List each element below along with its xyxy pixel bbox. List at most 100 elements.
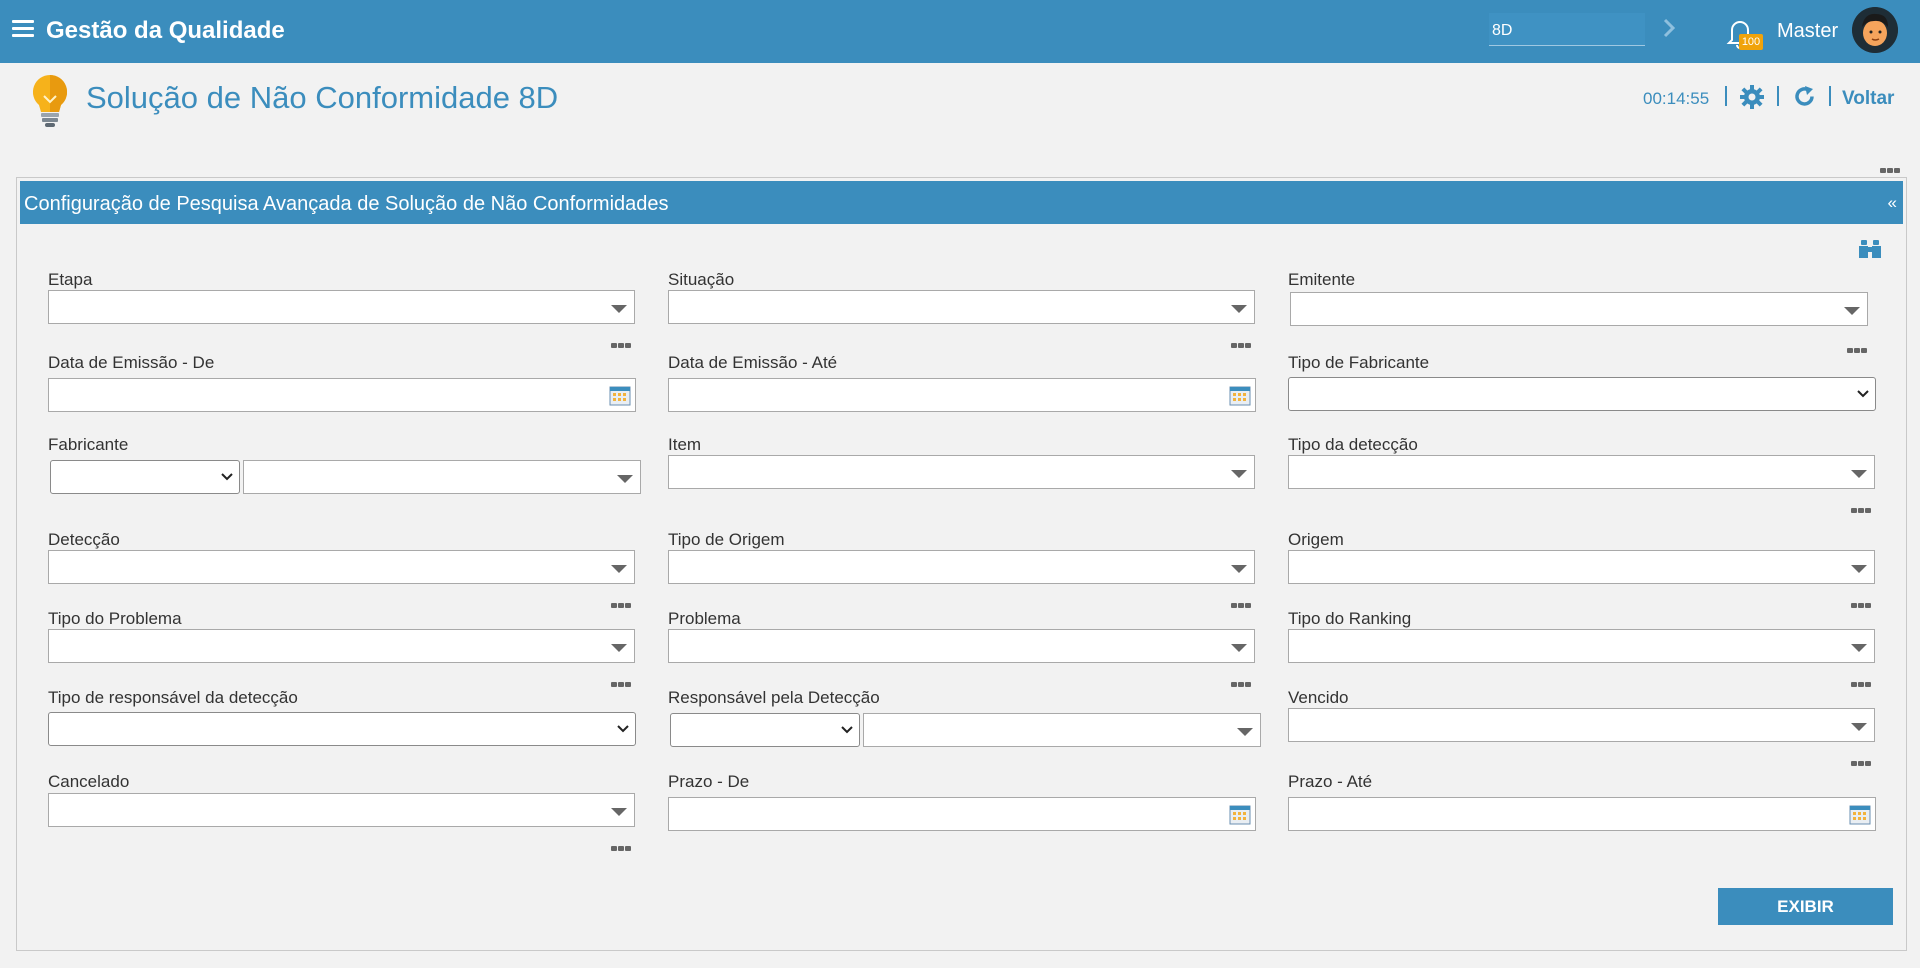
vencido-more-icon[interactable]: [1851, 753, 1873, 766]
notification-badge: 100: [1739, 34, 1763, 50]
data-emissao-de-label: Data de Emissão - De: [48, 353, 215, 372]
lightbulb-icon: [25, 72, 75, 130]
tipo-responsavel-deteccao-label: Tipo de responsável da detecção: [48, 688, 298, 707]
data-emissao-de-input[interactable]: [48, 378, 636, 412]
cancelado-more-icon[interactable]: [611, 838, 633, 851]
dropdown-arrow-icon: [1851, 565, 1867, 573]
problema-more-icon[interactable]: [1231, 674, 1253, 687]
chevron-down-icon: [617, 725, 629, 733]
panel-title: Configuração de Pesquisa Avançada de Sol…: [24, 193, 669, 215]
calendar-icon[interactable]: [1229, 385, 1251, 406]
item-combo[interactable]: [668, 455, 1255, 489]
tipo-deteccao-label: Tipo da detecção: [1288, 435, 1418, 454]
page-title: Solução de Não Conformidade 8D: [86, 80, 559, 115]
dropdown-arrow-icon: [617, 475, 633, 483]
tipo-fabricante-label: Tipo de Fabricante: [1288, 353, 1430, 372]
cancelado-label: Cancelado: [48, 772, 130, 791]
tipo-problema-more-icon[interactable]: [611, 674, 633, 687]
binoculars-icon[interactable]: [1858, 238, 1882, 260]
deteccao-label: Detecção: [48, 530, 120, 549]
data-emissao-ate-input[interactable]: [668, 378, 1256, 412]
dropdown-arrow-icon: [611, 305, 627, 313]
problema-combo[interactable]: [668, 629, 1255, 663]
fabricante-combo[interactable]: [243, 460, 641, 494]
dropdown-arrow-icon: [1851, 644, 1867, 652]
item-label: Item: [668, 435, 702, 454]
divider: [1777, 86, 1779, 106]
etapa-label: Etapa: [48, 270, 93, 289]
app-title: Gestão da Qualidade: [46, 17, 285, 44]
tipo-deteccao-more-icon[interactable]: [1851, 500, 1873, 513]
more-options-icon[interactable]: [1880, 160, 1902, 173]
top-bar: Gestão da Qualidade 100 Master: [0, 0, 1920, 63]
origem-combo[interactable]: [1288, 550, 1875, 584]
dropdown-arrow-icon: [611, 644, 627, 652]
tipo-fabricante-select[interactable]: [1288, 377, 1876, 411]
fabricante-type-select[interactable]: [50, 460, 240, 494]
module-search-input[interactable]: [1489, 13, 1645, 46]
gear-icon[interactable]: [1739, 84, 1765, 110]
calendar-icon[interactable]: [1229, 804, 1251, 825]
prazo-ate-input[interactable]: [1288, 797, 1876, 831]
divider: [1725, 86, 1727, 106]
user-name[interactable]: Master: [1777, 20, 1838, 43]
dropdown-arrow-icon: [1844, 307, 1860, 315]
fabricante-label: Fabricante: [48, 435, 129, 454]
calendar-icon[interactable]: [1849, 804, 1871, 825]
situacao-combo[interactable]: [668, 290, 1255, 324]
prazo-ate-label: Prazo - Até: [1288, 772, 1373, 791]
tipo-origem-more-icon[interactable]: [1231, 595, 1253, 608]
emitente-combo[interactable]: [1290, 292, 1868, 326]
dropdown-arrow-icon: [1231, 644, 1247, 652]
divider: [1829, 86, 1831, 106]
dropdown-arrow-icon: [1237, 728, 1253, 736]
chevron-down-icon: [1857, 390, 1869, 398]
situacao-more-icon[interactable]: [1231, 335, 1253, 348]
tipo-deteccao-combo[interactable]: [1288, 455, 1875, 489]
collapse-icon[interactable]: «: [1888, 193, 1897, 213]
prazo-de-input[interactable]: [668, 797, 1256, 831]
etapa-combo[interactable]: [48, 290, 635, 324]
menu-icon[interactable]: [12, 20, 34, 38]
tipo-origem-label: Tipo de Origem: [668, 530, 785, 549]
dropdown-arrow-icon: [1231, 565, 1247, 573]
exibir-button[interactable]: EXIBIR: [1718, 888, 1893, 925]
responsavel-deteccao-label: Responsável pela Detecção: [668, 688, 880, 707]
back-link[interactable]: Voltar: [1842, 88, 1894, 110]
tipo-ranking-combo[interactable]: [1288, 629, 1875, 663]
vencido-label: Vencido: [1288, 688, 1349, 707]
dropdown-arrow-icon: [1851, 470, 1867, 478]
data-emissao-ate-label: Data de Emissão - Até: [668, 353, 838, 372]
vencido-combo[interactable]: [1288, 708, 1875, 742]
prazo-de-label: Prazo - De: [668, 772, 750, 791]
avatar[interactable]: [1852, 7, 1898, 53]
tipo-problema-label: Tipo do Problema: [48, 609, 182, 628]
problema-label: Problema: [668, 609, 741, 628]
refresh-icon[interactable]: [1792, 84, 1817, 109]
tipo-problema-combo[interactable]: [48, 629, 635, 663]
calendar-icon[interactable]: [609, 385, 631, 406]
origem-label: Origem: [1288, 530, 1344, 549]
dropdown-arrow-icon: [1851, 723, 1867, 731]
tipo-origem-combo[interactable]: [668, 550, 1255, 584]
panel-header: Configuração de Pesquisa Avançada de Sol…: [20, 181, 1903, 224]
emitente-more-icon[interactable]: [1847, 340, 1869, 353]
situacao-label: Situação: [668, 270, 735, 289]
deteccao-combo[interactable]: [48, 550, 635, 584]
tipo-ranking-more-icon[interactable]: [1851, 674, 1873, 687]
tipo-responsavel-deteccao-select[interactable]: [48, 712, 636, 746]
tipo-ranking-label: Tipo do Ranking: [1288, 609, 1412, 628]
chevron-right-icon[interactable]: [1660, 16, 1678, 40]
chevron-down-icon: [841, 726, 853, 734]
chevron-down-icon: [221, 473, 233, 481]
dropdown-arrow-icon: [1231, 305, 1247, 313]
responsavel-deteccao-type-select[interactable]: [670, 713, 860, 747]
deteccao-more-icon[interactable]: [611, 595, 633, 608]
etapa-more-icon[interactable]: [611, 335, 633, 348]
origem-more-icon[interactable]: [1851, 595, 1873, 608]
dropdown-arrow-icon: [611, 808, 627, 816]
cancelado-combo[interactable]: [48, 793, 635, 827]
emitente-label: Emitente: [1288, 270, 1356, 289]
dropdown-arrow-icon: [611, 565, 627, 573]
responsavel-deteccao-combo[interactable]: [863, 713, 1261, 747]
